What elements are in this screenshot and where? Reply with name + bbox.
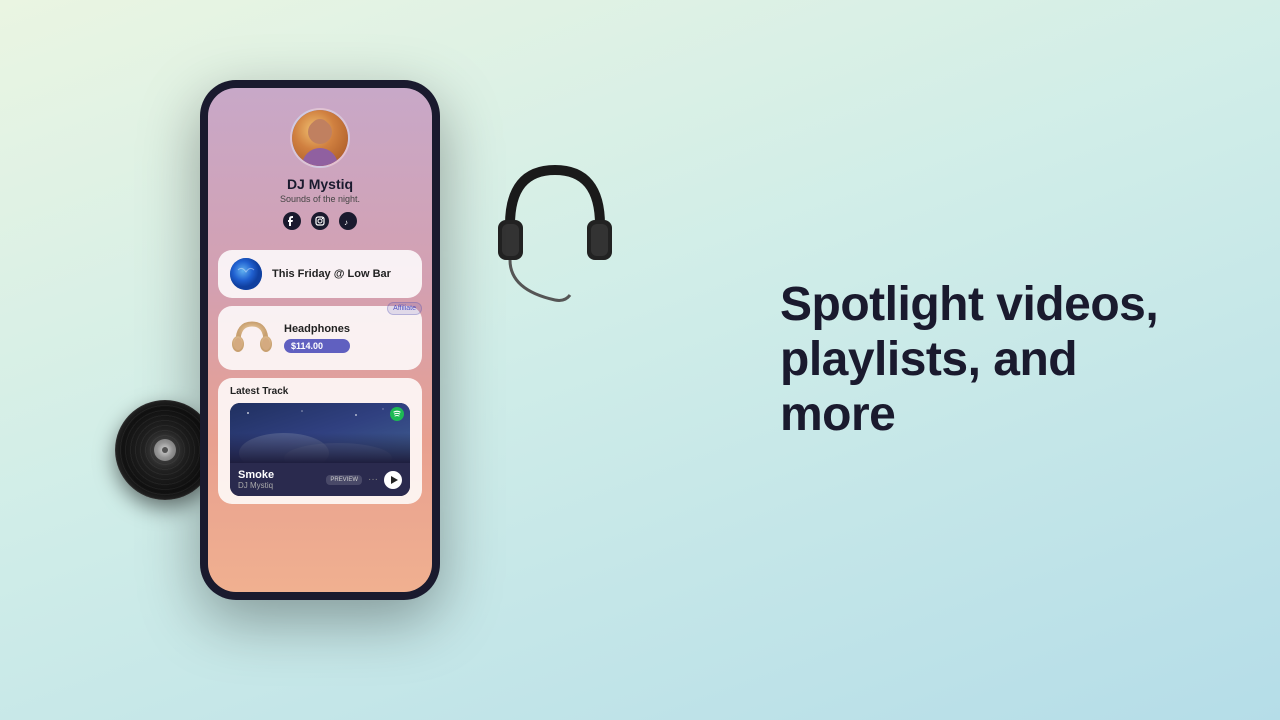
track-card: Latest Track xyxy=(218,378,422,504)
play-button[interactable] xyxy=(384,471,402,489)
preview-badge: PREVIEW xyxy=(326,475,362,485)
hero-title-line1: Spotlight videos, xyxy=(780,278,1158,331)
dj-name: DJ Mystiq xyxy=(287,176,353,192)
product-info: Headphones $114.00 xyxy=(284,323,350,353)
instagram-icon[interactable] xyxy=(311,212,329,230)
profile-section: DJ Mystiq Sounds of the night. ♪ xyxy=(208,88,432,250)
hero-text-block: Spotlight videos, playlists, and more xyxy=(780,277,1200,443)
track-controls: PREVIEW ··· xyxy=(326,471,402,489)
affiliate-badge: Affiliate xyxy=(387,302,422,315)
product-card[interactable]: Affiliate xyxy=(218,306,422,370)
spotify-logo xyxy=(390,407,404,426)
dj-tagline: Sounds of the night. xyxy=(280,194,360,204)
track-name: Smoke xyxy=(238,469,274,481)
hero-title: Spotlight videos, playlists, and more xyxy=(780,277,1200,443)
phone-screen: DJ Mystiq Sounds of the night. ♪ xyxy=(208,88,432,592)
track-player: Smoke DJ Mystiq PREVIEW ··· xyxy=(230,403,410,496)
phone-mockup: DJ Mystiq Sounds of the night. ♪ xyxy=(200,80,440,600)
more-options-icon[interactable]: ··· xyxy=(368,474,378,485)
tiktok-icon[interactable]: ♪ xyxy=(339,212,357,230)
price-badge[interactable]: $114.00 xyxy=(284,339,350,353)
hero-title-line2: playlists, and more xyxy=(780,333,1077,441)
event-title: This Friday @ Low Bar xyxy=(272,268,391,280)
play-icon xyxy=(391,476,398,484)
product-image xyxy=(230,316,274,360)
track-section-label: Latest Track xyxy=(230,386,410,397)
headphones-decoration xyxy=(490,150,620,310)
track-info-bar: Smoke DJ Mystiq PREVIEW ··· xyxy=(230,463,410,496)
track-title-area: Smoke DJ Mystiq xyxy=(238,469,274,490)
cards-area: This Friday @ Low Bar Affiliate xyxy=(208,250,432,504)
svg-text:♪: ♪ xyxy=(344,218,348,226)
product-name: Headphones xyxy=(284,323,350,335)
track-artwork xyxy=(230,403,410,463)
track-artist: DJ Mystiq xyxy=(238,481,274,490)
social-links: ♪ xyxy=(283,212,357,230)
facebook-icon[interactable] xyxy=(283,212,301,230)
event-thumbnail xyxy=(230,258,262,290)
avatar xyxy=(290,108,350,168)
event-card[interactable]: This Friday @ Low Bar xyxy=(218,250,422,298)
